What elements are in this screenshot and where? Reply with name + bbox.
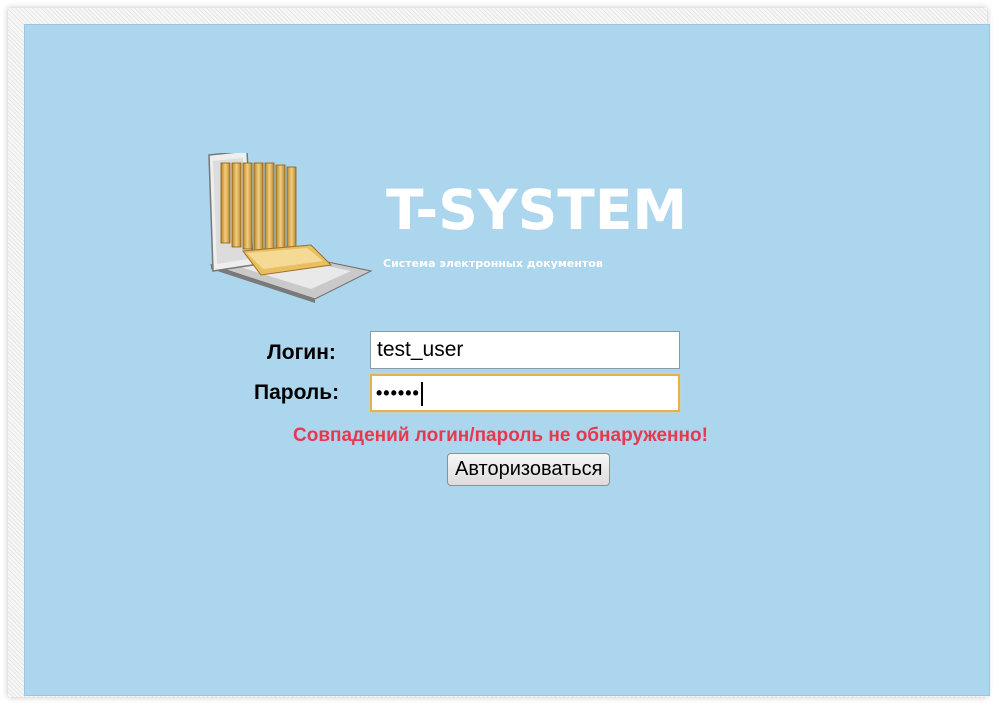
password-input[interactable]: ••••••: [370, 374, 680, 412]
password-label: Пароль:: [254, 381, 340, 404]
error-message: Совпадений логин/пароль не обнаруженно!: [293, 425, 708, 446]
login-button[interactable]: Авторизоваться: [447, 453, 611, 486]
login-label: Логин:: [267, 341, 336, 364]
brand-title: T-SYSTEM: [386, 178, 688, 242]
login-input[interactable]: [370, 331, 680, 369]
brand-subtitle: Система электронных документов: [383, 257, 603, 270]
laptop-folders-icon: [208, 153, 373, 303]
text-caret: [420, 382, 423, 407]
login-page: T-SYSTEM Система электронных документов …: [24, 24, 990, 696]
password-mask: ••••••: [376, 383, 420, 403]
